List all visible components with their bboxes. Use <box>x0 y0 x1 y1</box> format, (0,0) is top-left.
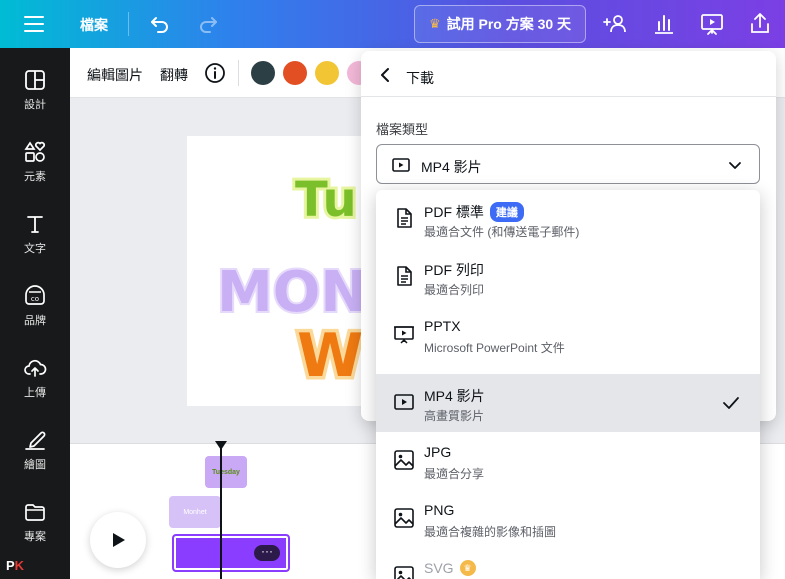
color-swatch[interactable] <box>283 61 307 85</box>
try-pro-button[interactable]: ♛ 試用 Pro 方案 30 天 <box>414 5 586 43</box>
option-jpg[interactable]: JPG 最適合分享 <box>376 432 760 490</box>
option-pdf-print[interactable]: PDF 列印 最適合列印 <box>376 248 760 306</box>
play-button[interactable] <box>90 512 146 568</box>
option-label: MP4 影片 <box>424 388 485 404</box>
playhead[interactable] <box>220 444 222 579</box>
brand-icon: co <box>25 285 45 305</box>
add-people-icon[interactable] <box>602 10 630 38</box>
image-icon <box>394 508 414 528</box>
upload-cloud-icon <box>24 359 47 377</box>
text-icon <box>27 216 43 233</box>
shapes-icon <box>24 141 46 162</box>
svg-text:co: co <box>31 295 39 303</box>
option-mp4-video[interactable]: MP4 影片 高畫質影片 <box>376 374 760 432</box>
sidebar-item-brand[interactable]: co 品牌 <box>0 280 70 340</box>
watermark-letter: P <box>6 558 15 573</box>
video-icon <box>392 158 410 172</box>
draw-icon <box>25 431 46 450</box>
sidebar-item-label: 元素 <box>24 171 46 183</box>
option-description: 最適合列印 <box>424 283 485 297</box>
checkmark-icon <box>723 397 739 409</box>
edit-image-button[interactable]: 編輯圖片 <box>87 65 143 85</box>
file-type-label: 檔案類型 <box>376 122 429 137</box>
file-type-dropdown: PDF 標準 建議 最適合文件 (和傳送電子郵件) PDF 列印 最適合列印 PP… <box>376 190 760 579</box>
option-description: 最適合分享 <box>424 467 485 481</box>
option-description: 最適合文件 (和傳送電子郵件) <box>424 225 580 239</box>
option-label: JPG <box>424 444 452 460</box>
panel-title: 下載 <box>406 70 434 86</box>
option-pptx[interactable]: PPTX Microsoft PowerPoint 文件 <box>376 306 760 364</box>
share-upload-icon[interactable] <box>746 10 774 38</box>
selected-file-type: MP4 影片 <box>421 159 482 175</box>
sidebar-item-label: 上傳 <box>24 387 46 399</box>
color-swatch[interactable] <box>315 61 339 85</box>
timeline-clip[interactable]: Monhet <box>169 496 221 528</box>
file-type-select[interactable]: MP4 影片 <box>376 144 760 184</box>
sidebar-item-label: 品牌 <box>24 315 46 327</box>
option-pdf-standard[interactable]: PDF 標準 建議 最適合文件 (和傳送電子郵件) <box>376 190 760 248</box>
timeline-clip-selected[interactable]: ··· <box>172 534 290 572</box>
sidebar-item-design[interactable]: 設計 <box>0 64 70 124</box>
option-label: SVG <box>424 560 454 576</box>
back-chevron-icon[interactable] <box>375 65 395 85</box>
try-pro-label: 試用 Pro 方案 30 天 <box>446 16 572 32</box>
present-icon[interactable] <box>698 10 726 38</box>
sidebar-item-draw[interactable]: 繪圖 <box>0 424 70 484</box>
sidebar-item-upload[interactable]: 上傳 <box>0 352 70 412</box>
sidebar-item-label: 設計 <box>24 99 46 111</box>
option-svg[interactable]: SVG ♛ <box>376 548 760 579</box>
color-swatch[interactable] <box>251 61 275 85</box>
toolbar-divider <box>238 60 239 86</box>
sidebar-item-projects[interactable]: 專案 <box>0 496 70 556</box>
top-bar: 檔案 ♛ 試用 Pro 方案 30 天 <box>0 0 785 48</box>
undo-icon[interactable] <box>148 12 172 36</box>
option-description: Microsoft PowerPoint 文件 <box>424 341 565 355</box>
sidebar-item-text[interactable]: 文字 <box>0 208 70 268</box>
sidebar-item-label: 繪圖 <box>24 459 46 471</box>
left-sidebar: 設計 元素 文字 co 品牌 上傳 繪圖 專案 PK <box>0 48 70 579</box>
pro-crown-icon: ♛ <box>459 560 476 576</box>
info-icon[interactable] <box>204 62 226 84</box>
option-label: PPTX <box>424 318 461 334</box>
document-icon <box>397 266 412 286</box>
flip-button[interactable]: 翻轉 <box>160 65 188 85</box>
artwork-text-bottom: W <box>297 321 363 391</box>
image-icon <box>394 566 414 579</box>
option-name: SVG ♛ <box>424 560 476 576</box>
play-icon <box>113 533 125 547</box>
image-icon <box>394 450 414 470</box>
file-menu-button[interactable]: 檔案 <box>80 15 108 35</box>
watermark-letter: K <box>14 558 25 573</box>
document-icon <box>397 208 412 228</box>
hamburger-menu-icon[interactable] <box>22 13 46 35</box>
redo-icon[interactable] <box>196 12 220 36</box>
sidebar-item-label: 文字 <box>24 243 46 255</box>
crown-icon: ♛ <box>428 16 441 31</box>
video-icon <box>394 394 414 410</box>
option-png[interactable]: PNG 最適合複雜的影像和插圖 <box>376 490 760 548</box>
watermark-logo: PK <box>6 558 24 573</box>
folder-icon <box>25 504 45 521</box>
divider <box>361 96 776 97</box>
option-label: PNG <box>424 502 455 518</box>
option-name: PDF 標準 建議 <box>424 202 524 222</box>
sidebar-item-label: 專案 <box>24 531 46 543</box>
recommended-badge: 建議 <box>489 202 524 222</box>
option-label: PDF 標準 <box>424 204 484 220</box>
presentation-icon <box>394 326 414 344</box>
playhead-handle-icon[interactable] <box>215 441 227 451</box>
insights-chart-icon[interactable] <box>650 10 678 38</box>
artwork-text-top: Tu <box>295 172 357 228</box>
toolbar-divider <box>128 12 129 36</box>
option-description: 高畫質影片 <box>424 409 485 423</box>
layout-icon <box>25 70 45 90</box>
timeline-clip[interactable]: Tuesday <box>205 456 247 488</box>
option-label: PDF 列印 <box>424 262 484 278</box>
more-options-icon[interactable]: ··· <box>254 545 280 561</box>
sidebar-item-elements[interactable]: 元素 <box>0 136 70 196</box>
option-description: 最適合複雜的影像和插圖 <box>424 525 557 539</box>
chevron-down-icon <box>729 162 741 169</box>
